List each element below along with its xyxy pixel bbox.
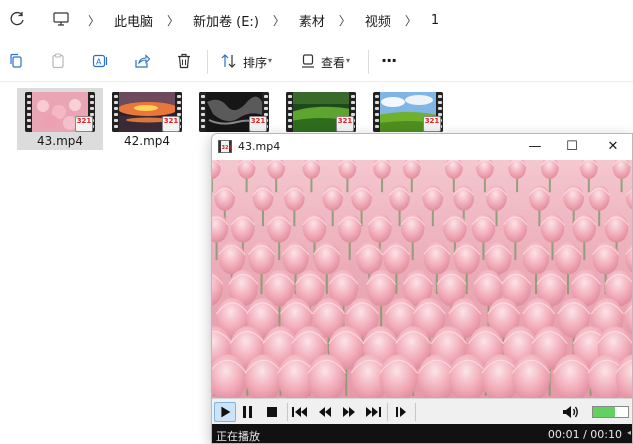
stop-icon[interactable]: [261, 402, 283, 422]
film-strip-icon: [373, 92, 380, 132]
player-status-bar: 正在播放 00:01 / 00:10 ◂: [212, 424, 632, 443]
media-player-app-icon: 321: [218, 140, 232, 153]
sort-icon[interactable]: [220, 52, 238, 70]
address-bar: 〉 此电脑 〉 新加卷 (E:) 〉 素材 〉 视频 〉 1: [0, 0, 633, 40]
player-title-bar[interactable]: 321 43.mp4 — ☐ ✕: [212, 134, 632, 160]
chevron-right-icon[interactable]: 〉: [333, 12, 357, 29]
view-button[interactable]: 查看: [321, 54, 345, 71]
breadcrumb-item-drive[interactable]: 新加卷 (E:): [185, 11, 267, 30]
svg-text:321: 321: [222, 145, 233, 151]
close-button[interactable]: ✕: [602, 138, 624, 156]
chevron-left-icon[interactable]: ◂: [627, 428, 631, 437]
copy-icon[interactable]: [7, 52, 25, 70]
file-name: 42.mp4: [123, 134, 171, 148]
maximize-button[interactable]: ☐: [561, 138, 583, 156]
chevron-right-icon[interactable]: 〉: [82, 12, 106, 29]
controls-divider: [287, 403, 288, 421]
paste-icon[interactable]: [49, 52, 67, 70]
media-player-badge-icon: 321: [336, 116, 354, 132]
film-strip-icon: [112, 92, 119, 132]
player-controls: [212, 398, 632, 424]
film-strip-icon: [286, 92, 293, 132]
toolbar-divider: [368, 50, 369, 74]
breadcrumb: 〉 此电脑 〉 新加卷 (E:) 〉 素材 〉 视频 〉 1: [82, 0, 447, 40]
more-options-button[interactable]: ···: [381, 51, 397, 70]
video-frame-tulips[interactable]: [212, 160, 633, 398]
chevron-right-icon[interactable]: 〉: [267, 12, 291, 29]
file-item[interactable]: 321 43.mp4: [17, 88, 103, 150]
next-track-icon[interactable]: [362, 402, 384, 422]
refresh-icon[interactable]: [8, 10, 26, 28]
file-item[interactable]: 321 42.mp4: [104, 88, 190, 150]
minimize-button[interactable]: —: [524, 138, 546, 156]
playback-time: 00:01 / 00:10: [547, 428, 622, 441]
media-player-badge-icon: 321: [75, 116, 93, 132]
video-thumbnail: 321: [199, 92, 269, 132]
previous-track-icon[interactable]: [289, 402, 311, 422]
breadcrumb-item-folder-1[interactable]: 1: [423, 13, 447, 28]
pause-icon[interactable]: [237, 402, 259, 422]
controls-divider: [415, 403, 416, 421]
chevron-down-icon[interactable]: ▾: [268, 56, 272, 65]
video-thumbnail: 321: [25, 92, 95, 132]
share-icon[interactable]: [133, 52, 151, 70]
view-icon[interactable]: [299, 52, 317, 70]
sort-button[interactable]: 排序: [243, 54, 267, 71]
video-thumbnail: 321: [112, 92, 182, 132]
player-title: 43.mp4: [238, 140, 281, 153]
breadcrumb-item-pc[interactable]: 此电脑: [106, 11, 161, 30]
rename-icon[interactable]: A: [91, 52, 109, 70]
chevron-right-icon[interactable]: 〉: [161, 12, 185, 29]
breadcrumb-item-folder-video[interactable]: 视频: [357, 11, 399, 30]
controls-divider: [387, 403, 388, 421]
film-strip-icon: [199, 92, 206, 132]
media-player-badge-icon: 321: [423, 116, 441, 132]
svg-text:A: A: [96, 58, 102, 67]
file-name: 43.mp4: [36, 134, 84, 148]
fast-forward-icon[interactable]: [338, 402, 360, 422]
file-explorer-window: 〉 此电脑 〉 新加卷 (E:) 〉 素材 〉 视频 〉 1 A 排序 ▾ 查看…: [0, 0, 633, 444]
media-player-badge-icon: 321: [249, 116, 267, 132]
frame-step-icon[interactable]: [390, 402, 412, 422]
media-player-window: 321 43.mp4 — ☐ ✕ 正在播放 00:01 / 00:10 ◂: [211, 133, 633, 444]
delete-icon[interactable]: [175, 52, 193, 70]
video-thumbnail: 321: [286, 92, 356, 132]
toolbar-divider: [207, 50, 208, 74]
volume-slider[interactable]: [592, 406, 629, 418]
breadcrumb-item-folder-material[interactable]: 素材: [291, 11, 333, 30]
volume-icon[interactable]: [560, 402, 582, 422]
volume-level: [593, 407, 615, 417]
rewind-icon[interactable]: [314, 402, 336, 422]
film-strip-icon: [25, 92, 32, 132]
chevron-down-icon[interactable]: ▾: [346, 56, 350, 65]
media-player-badge-icon: 321: [162, 116, 180, 132]
chevron-right-icon[interactable]: 〉: [399, 12, 423, 29]
computer-icon[interactable]: [52, 10, 70, 28]
video-thumbnail: 321: [373, 92, 443, 132]
playback-status: 正在播放: [216, 430, 260, 443]
play-icon[interactable]: [214, 402, 236, 422]
